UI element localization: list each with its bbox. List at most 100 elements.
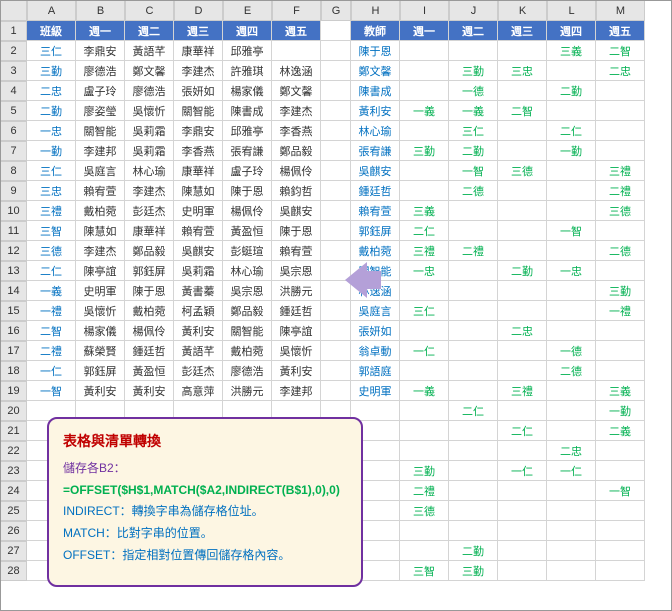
right-cell-r26-c2[interactable]	[449, 521, 498, 541]
left-cell-r6-c3[interactable]: 李鼎安	[174, 121, 223, 141]
left-cell-r10-c0[interactable]: 三禮	[27, 201, 76, 221]
right-cell-r12-c4[interactable]	[547, 241, 596, 261]
right-cell-r22-c2[interactable]	[449, 441, 498, 461]
right-cell-r21-c5[interactable]: 二義	[596, 421, 645, 441]
left-cell-r16-c3[interactable]: 黃利安	[174, 321, 223, 341]
right-cell-r8-c5[interactable]: 三禮	[596, 161, 645, 181]
gap-6[interactable]	[321, 121, 351, 141]
right-header-5[interactable]: 週五	[596, 21, 645, 41]
right-cell-r12-c5[interactable]: 二德	[596, 241, 645, 261]
right-cell-r2-c3[interactable]	[498, 41, 547, 61]
left-cell-r17-c3[interactable]: 黃語芊	[174, 341, 223, 361]
right-header-0[interactable]: 教師	[351, 21, 400, 41]
left-cell-r3-c5[interactable]: 林逸涵	[272, 61, 321, 81]
left-cell-r12-c5[interactable]: 賴宥萱	[272, 241, 321, 261]
row-header-22[interactable]: 22	[1, 441, 27, 461]
right-cell-r2-c4[interactable]: 三義	[547, 41, 596, 61]
left-header-2[interactable]: 週二	[125, 21, 174, 41]
left-cell-r15-c4[interactable]: 鄭品毅	[223, 301, 272, 321]
left-cell-r12-c1[interactable]: 李建杰	[76, 241, 125, 261]
corner[interactable]	[1, 1, 27, 21]
left-cell-r9-c5[interactable]: 賴鈞哲	[272, 181, 321, 201]
left-cell-r4-c0[interactable]: 二忠	[27, 81, 76, 101]
left-cell-r12-c4[interactable]: 彭蜓瑄	[223, 241, 272, 261]
col-header-I[interactable]: I	[400, 1, 449, 21]
left-cell-r6-c0[interactable]: 一忠	[27, 121, 76, 141]
row-header-16[interactable]: 16	[1, 321, 27, 341]
row-header-2[interactable]: 2	[1, 41, 27, 61]
left-cell-r14-c2[interactable]: 陳于恩	[125, 281, 174, 301]
right-cell-r19-c3[interactable]: 三禮	[498, 381, 547, 401]
right-cell-r6-c2[interactable]: 三仁	[449, 121, 498, 141]
right-cell-r7-c2[interactable]: 二勤	[449, 141, 498, 161]
left-cell-r11-c4[interactable]: 黃盈恒	[223, 221, 272, 241]
right-cell-r21-c3[interactable]: 二仁	[498, 421, 547, 441]
right-cell-r16-c2[interactable]	[449, 321, 498, 341]
right-header-1[interactable]: 週一	[400, 21, 449, 41]
gap-19[interactable]	[321, 381, 351, 401]
right-cell-r12-c0[interactable]: 戴柏菀	[351, 241, 400, 261]
right-cell-r10-c4[interactable]	[547, 201, 596, 221]
left-cell-r5-c2[interactable]: 吳懷忻	[125, 101, 174, 121]
left-cell-r2-c5[interactable]	[272, 41, 321, 61]
left-cell-r8-c2[interactable]: 林心瑜	[125, 161, 174, 181]
left-cell-r2-c3[interactable]: 康華祥	[174, 41, 223, 61]
right-cell-r22-c3[interactable]	[498, 441, 547, 461]
gap-11[interactable]	[321, 221, 351, 241]
left-cell-r4-c3[interactable]: 張妍如	[174, 81, 223, 101]
right-cell-r2-c2[interactable]	[449, 41, 498, 61]
right-cell-r3-c5[interactable]: 二忠	[596, 61, 645, 81]
left-cell-r7-c4[interactable]: 張宥謙	[223, 141, 272, 161]
left-cell-r9-c2[interactable]: 李建杰	[125, 181, 174, 201]
left-cell-r8-c0[interactable]: 三仁	[27, 161, 76, 181]
gap-10[interactable]	[321, 201, 351, 221]
right-cell-r27-c3[interactable]	[498, 541, 547, 561]
left-header-5[interactable]: 週五	[272, 21, 321, 41]
left-cell-r3-c0[interactable]: 三勤	[27, 61, 76, 81]
left-cell-r3-c3[interactable]: 李建杰	[174, 61, 223, 81]
right-cell-r13-c1[interactable]: 一忠	[400, 261, 449, 281]
right-cell-r9-c4[interactable]	[547, 181, 596, 201]
left-cell-r10-c3[interactable]: 史明軍	[174, 201, 223, 221]
right-cell-r17-c5[interactable]	[596, 341, 645, 361]
left-cell-r10-c4[interactable]: 楊佩伶	[223, 201, 272, 221]
left-cell-r4-c5[interactable]: 鄭文馨	[272, 81, 321, 101]
left-cell-r11-c0[interactable]: 三智	[27, 221, 76, 241]
right-cell-r24-c2[interactable]	[449, 481, 498, 501]
left-cell-r14-c5[interactable]: 洪勝元	[272, 281, 321, 301]
right-cell-r14-c3[interactable]	[498, 281, 547, 301]
right-cell-r11-c2[interactable]	[449, 221, 498, 241]
left-cell-r2-c4[interactable]: 邱雅亭	[223, 41, 272, 61]
left-cell-r12-c0[interactable]: 三德	[27, 241, 76, 261]
right-cell-r15-c4[interactable]	[547, 301, 596, 321]
row-header-11[interactable]: 11	[1, 221, 27, 241]
right-cell-r25-c4[interactable]	[547, 501, 596, 521]
right-cell-r23-c5[interactable]	[596, 461, 645, 481]
right-cell-r2-c1[interactable]	[400, 41, 449, 61]
right-cell-r11-c3[interactable]	[498, 221, 547, 241]
right-cell-r25-c2[interactable]	[449, 501, 498, 521]
left-cell-r7-c1[interactable]: 李建邦	[76, 141, 125, 161]
left-cell-r3-c2[interactable]: 鄭文馨	[125, 61, 174, 81]
right-cell-r6-c1[interactable]	[400, 121, 449, 141]
row-header-25[interactable]: 25	[1, 501, 27, 521]
right-cell-r10-c2[interactable]	[449, 201, 498, 221]
right-cell-r14-c4[interactable]	[547, 281, 596, 301]
right-cell-r9-c2[interactable]: 二德	[449, 181, 498, 201]
right-cell-r24-c4[interactable]	[547, 481, 596, 501]
right-cell-r22-c1[interactable]	[400, 441, 449, 461]
right-cell-r6-c3[interactable]	[498, 121, 547, 141]
left-cell-r15-c1[interactable]: 吳懷忻	[76, 301, 125, 321]
left-cell-r7-c5[interactable]: 鄭品毅	[272, 141, 321, 161]
left-cell-r11-c5[interactable]: 陳于恩	[272, 221, 321, 241]
col-header-D[interactable]: D	[174, 1, 223, 21]
right-cell-r21-c4[interactable]	[547, 421, 596, 441]
left-cell-r19-c0[interactable]: 一智	[27, 381, 76, 401]
right-cell-r16-c0[interactable]: 張妍如	[351, 321, 400, 341]
right-cell-r5-c4[interactable]	[547, 101, 596, 121]
right-cell-r18-c2[interactable]	[449, 361, 498, 381]
right-cell-r13-c5[interactable]	[596, 261, 645, 281]
left-cell-r19-c2[interactable]: 黃利安	[125, 381, 174, 401]
gap-17[interactable]	[321, 341, 351, 361]
right-cell-r3-c1[interactable]	[400, 61, 449, 81]
